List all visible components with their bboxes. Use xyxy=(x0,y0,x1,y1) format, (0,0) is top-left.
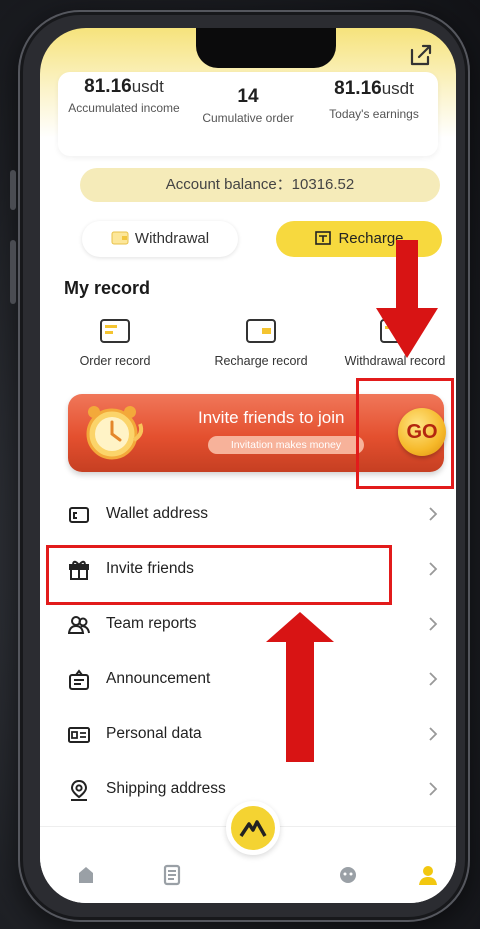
highlight-box-invite-friends xyxy=(46,545,392,605)
stat-accumulated-income: 81.16usdt Accumulated income xyxy=(64,76,184,116)
stat-value: 14 xyxy=(237,86,259,107)
center-logo-icon[interactable] xyxy=(226,801,280,855)
menu-label: Personal data xyxy=(106,725,202,742)
my-record-title: My record xyxy=(64,278,151,298)
stat-label: Today's earnings xyxy=(329,107,419,121)
recharge-record-icon xyxy=(246,319,276,343)
recharge-record-label: Recharge record xyxy=(214,354,308,368)
chevron-right-icon xyxy=(429,672,438,686)
team-icon xyxy=(68,616,90,634)
balance-label: Account balance： xyxy=(165,176,292,193)
chevron-right-icon xyxy=(429,727,438,741)
menu-label: Team reports xyxy=(106,615,197,632)
orders-icon[interactable] xyxy=(160,863,184,887)
balance-amount: 10316.52 xyxy=(291,176,355,193)
withdrawal-label: Withdrawal xyxy=(134,230,210,247)
account-balance: Account balance：10316.52 xyxy=(80,168,440,202)
stat-cumulative-order: 14 Cumulative order xyxy=(186,86,310,126)
mountain-logo-icon xyxy=(239,820,267,837)
announcement-icon xyxy=(69,669,89,690)
red-arrow-down-icon xyxy=(376,240,438,358)
camera-notch xyxy=(196,28,336,68)
red-arrow-up-icon xyxy=(266,612,334,762)
chevron-right-icon xyxy=(429,562,438,576)
order-record-button[interactable]: Order record xyxy=(50,318,180,368)
share-icon[interactable] xyxy=(408,42,434,68)
id-card-icon xyxy=(68,727,90,743)
stat-unit: usdt xyxy=(381,79,414,98)
phone-volume-button xyxy=(10,240,16,304)
recharge-record-button[interactable]: Recharge record xyxy=(196,318,326,368)
order-record-label: Order record xyxy=(79,354,151,368)
highlight-box-go xyxy=(356,378,454,489)
menu-announcement[interactable]: Announcement xyxy=(60,657,440,703)
alarm-clock-icon xyxy=(86,406,144,460)
wallet-icon xyxy=(69,507,89,523)
menu-label: Shipping address xyxy=(106,780,226,797)
profile-icon[interactable] xyxy=(416,863,440,887)
stat-todays-earnings: 81.16usdt Today's earnings xyxy=(312,76,436,122)
stats-card: 81.16usdt Accumulated income 14 Cumulati… xyxy=(58,72,438,156)
chevron-right-icon xyxy=(429,782,438,796)
stat-label: Accumulated income xyxy=(68,101,180,115)
service-icon[interactable] xyxy=(336,863,360,887)
location-pin-icon xyxy=(70,779,88,801)
withdraw-icon xyxy=(111,231,129,245)
home-icon[interactable] xyxy=(74,863,98,887)
menu-wallet-address[interactable]: Wallet address xyxy=(60,492,440,538)
menu-label: Wallet address xyxy=(106,505,208,522)
chevron-right-icon xyxy=(429,507,438,521)
withdrawal-button[interactable]: Withdrawal xyxy=(82,221,238,257)
stat-unit: usdt xyxy=(131,77,164,96)
stat-label: Cumulative order xyxy=(202,111,294,125)
stat-value: 81.16 xyxy=(334,78,382,99)
order-record-icon xyxy=(100,319,130,343)
chevron-right-icon xyxy=(429,617,438,631)
banner-title: Invite friends to join xyxy=(198,408,345,427)
banner-subtitle: Invitation makes money xyxy=(208,436,364,454)
bottom-tab-bar xyxy=(40,801,456,903)
menu-personal-data[interactable]: Personal data xyxy=(60,712,440,758)
menu-team-reports[interactable]: Team reports xyxy=(60,602,440,648)
phone-side-button xyxy=(10,170,16,210)
recharge-icon xyxy=(315,231,332,245)
stat-value: 81.16 xyxy=(84,76,132,97)
menu-label: Announcement xyxy=(106,670,211,687)
